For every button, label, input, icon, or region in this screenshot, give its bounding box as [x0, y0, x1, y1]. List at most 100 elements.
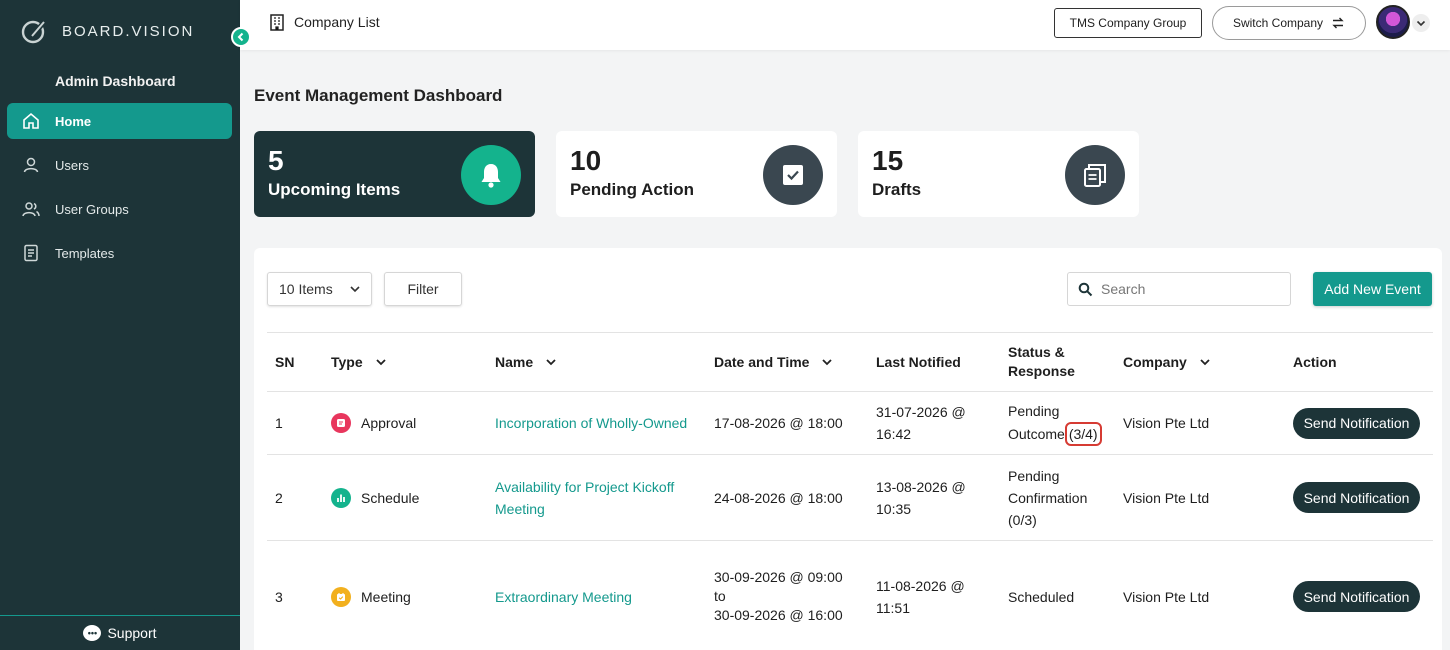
last-notified-time: 11:51: [876, 599, 910, 616]
header-name[interactable]: Name: [495, 332, 714, 392]
header-label: Response: [1008, 363, 1075, 379]
sidebar-item-label: Templates: [55, 245, 115, 261]
logo-icon: [21, 19, 47, 44]
filter-button[interactable]: Filter: [384, 272, 462, 306]
user-icon: [21, 155, 41, 175]
send-notification-button[interactable]: Send Notification: [1293, 407, 1420, 439]
support-link[interactable]: ••• Support: [0, 615, 240, 650]
document-icon: [21, 243, 41, 263]
last-notified-date: 31-07-2026 @: [876, 404, 966, 420]
chevron-down-icon: [546, 359, 556, 366]
sidebar-nav: Home Users User Groups Templates: [7, 103, 232, 279]
response-count[interactable]: (3/4): [1064, 422, 1102, 446]
cell-name-link[interactable]: Availability for Project Kickoff Meeting: [495, 454, 714, 541]
cell-company: Vision Pte Ltd: [1123, 540, 1293, 650]
collapse-sidebar-button[interactable]: [231, 27, 251, 47]
name-line: Incorporation of Wholly-Owned: [495, 415, 688, 431]
chevron-down-icon: [350, 286, 360, 293]
cell-last-notified: 13-08-2026 @ 10:35: [876, 454, 1008, 541]
users-icon: [21, 199, 41, 219]
chevron-down-icon: [376, 359, 386, 366]
table-row: 2 Schedule Availability for Project Kick…: [267, 454, 1433, 541]
card-drafts[interactable]: 15 Drafts: [858, 131, 1139, 217]
items-per-page-value: 10 Items: [279, 281, 333, 297]
admin-dashboard-title: Admin Dashboard: [55, 73, 176, 89]
building-icon: [270, 14, 284, 31]
swap-icon: [1332, 17, 1344, 29]
cell-status: Scheduled: [1008, 540, 1123, 650]
cell-sn: 2: [267, 454, 331, 541]
sidebar-item-templates[interactable]: Templates: [7, 235, 232, 271]
brand-name: BOARD.VISION: [62, 22, 195, 40]
header-last-notified: Last Notified: [876, 332, 1008, 392]
datetime-end: 30-09-2026 @ 16:00: [714, 607, 843, 623]
chat-icon: •••: [83, 625, 102, 641]
bell-icon: [461, 145, 521, 205]
send-notification-button[interactable]: Send Notification: [1293, 482, 1420, 513]
send-notification-button[interactable]: Send Notification: [1293, 581, 1420, 612]
last-notified-time: 16:42: [876, 426, 912, 442]
last-notified-time: 10:35: [876, 500, 912, 517]
switch-company-button[interactable]: Switch Company: [1212, 6, 1366, 40]
name-line: Extraordinary Meeting: [495, 588, 632, 605]
header-label: Status &: [1008, 344, 1065, 360]
name-line: Availability for Project Kickoff: [495, 478, 675, 495]
cell-status: Pending Outcome (3/4): [1008, 391, 1123, 455]
chevron-left-icon: [237, 32, 244, 42]
cell-last-notified: 11-08-2026 @ 11:51: [876, 540, 1008, 650]
status-line: Confirmation: [1008, 489, 1088, 506]
header-company[interactable]: Company: [1123, 332, 1293, 392]
cell-type: Meeting: [331, 540, 495, 650]
type-label: Approval: [361, 415, 417, 431]
card-pending-action[interactable]: 10 Pending Action: [556, 131, 837, 217]
table-row: 3 Meeting Extraordinary Meeting 30-09-20…: [267, 540, 1433, 650]
cell-sn: 1: [267, 391, 331, 455]
chevron-down-icon[interactable]: [1412, 14, 1430, 32]
events-panel: 10 Items Filter Add New Event SN Type Na…: [254, 248, 1442, 650]
items-per-page-select[interactable]: 10 Items: [267, 272, 372, 306]
sidebar-item-label: User Groups: [55, 201, 129, 217]
cell-action: Send Notification: [1293, 391, 1433, 455]
header-sn: SN: [267, 332, 331, 392]
header-datetime[interactable]: Date and Time: [714, 332, 876, 392]
checkbox-icon: [763, 145, 823, 205]
header-label: Type: [331, 353, 363, 370]
header-type[interactable]: Type: [331, 332, 495, 392]
support-label: Support: [107, 625, 157, 641]
status-line: Pending: [1008, 403, 1060, 419]
datetime-separator: to: [714, 588, 726, 604]
cell-sn: 3: [267, 540, 331, 650]
cell-status: Pending Confirmation (0/3): [1008, 454, 1123, 541]
cell-name-link[interactable]: Extraordinary Meeting: [495, 540, 714, 650]
cell-datetime: 17-08-2026 @ 18:00: [714, 391, 876, 455]
cell-name-link[interactable]: Incorporation of Wholly-Owned: [495, 391, 714, 455]
company-group-button[interactable]: TMS Company Group: [1054, 8, 1202, 38]
search-icon: [1078, 282, 1093, 296]
sidebar-item-users[interactable]: Users: [7, 147, 232, 183]
header-label: Company: [1123, 353, 1187, 370]
sidebar-item-label: Home: [55, 113, 92, 129]
header-action: Action: [1293, 332, 1433, 392]
sidebar-item-label: Users: [55, 157, 89, 173]
search-box[interactable]: [1067, 272, 1291, 306]
card-upcoming-items[interactable]: 5 Upcoming Items: [254, 131, 535, 217]
search-input[interactable]: [1101, 281, 1281, 297]
datetime-start: 30-09-2026 @ 09:00: [714, 569, 843, 585]
add-new-event-button[interactable]: Add New Event: [1313, 272, 1432, 306]
home-icon: [21, 111, 41, 131]
page-title: Event Management Dashboard: [254, 86, 503, 105]
breadcrumb[interactable]: Company List: [268, 13, 380, 31]
cell-company: Vision Pte Ltd: [1123, 391, 1293, 455]
cell-action: Send Notification: [1293, 540, 1433, 650]
type-label: Meeting: [361, 588, 411, 605]
brand[interactable]: BOARD.VISION: [20, 17, 194, 45]
sidebar-item-user-groups[interactable]: User Groups: [7, 191, 232, 227]
avatar[interactable]: [1376, 5, 1410, 39]
chevron-down-icon: [1200, 359, 1210, 366]
cell-datetime: 30-09-2026 @ 09:00 to 30-09-2026 @ 16:00: [714, 540, 876, 650]
table-row: 1 Approval Incorporation of Wholly-Owned…: [267, 391, 1433, 455]
sidebar-item-home[interactable]: Home: [7, 103, 232, 139]
sidebar: BOARD.VISION Admin Dashboard Home Users …: [0, 0, 240, 650]
header-label: Date and Time: [714, 353, 810, 370]
bar-chart-icon: [331, 487, 351, 508]
